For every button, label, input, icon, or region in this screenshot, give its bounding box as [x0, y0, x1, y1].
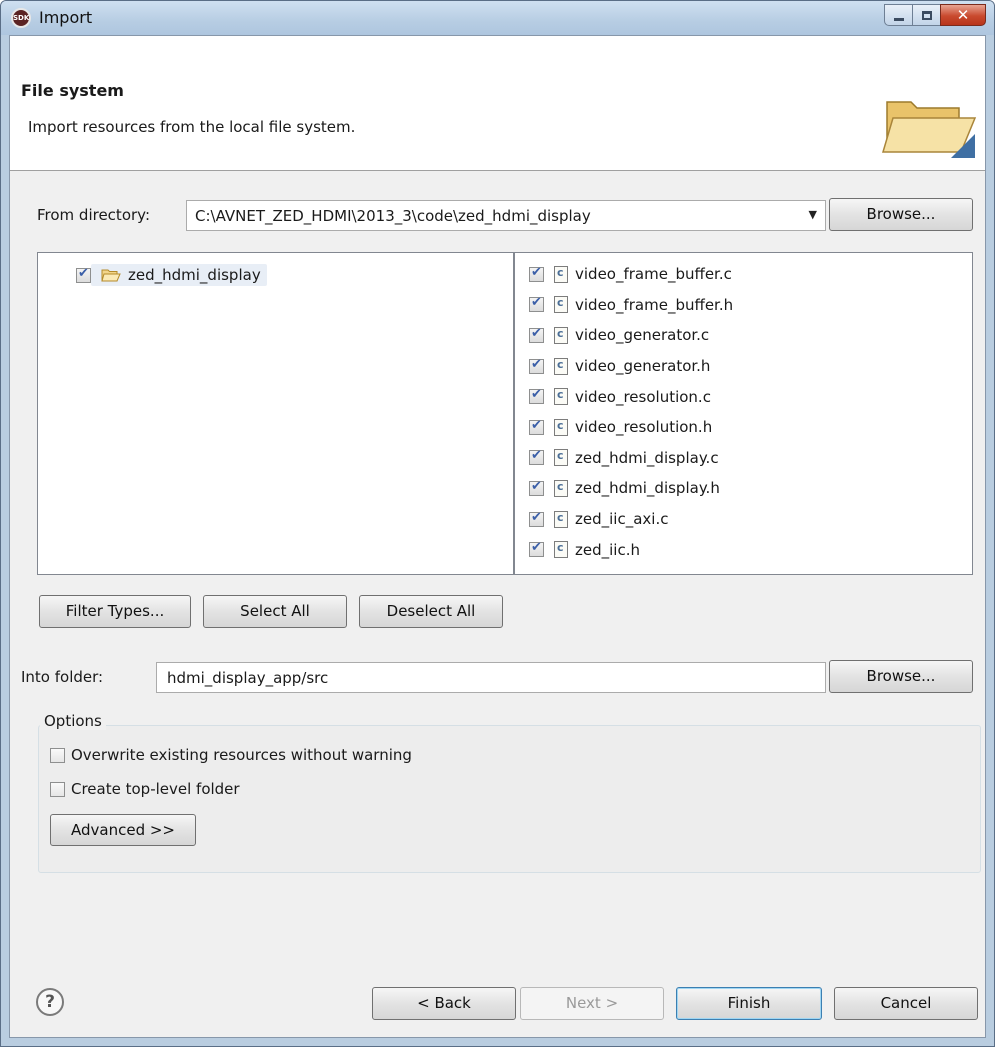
file-name: zed_hdmi_display.h	[575, 479, 720, 498]
create-top-level-label: Create top-level folder	[71, 780, 240, 798]
c-file-icon: c	[554, 357, 568, 375]
c-file-icon: c	[554, 418, 568, 436]
file-list: c video_frame_buffer.c c video_frame_buffe…	[529, 259, 733, 565]
file-name: video_frame_buffer.c	[575, 265, 732, 284]
title-bar[interactable]: SDK Import ✕	[1, 1, 994, 35]
page-description: Import resources from the local file sys…	[28, 118, 356, 136]
folder-tree-pane[interactable]: zed_hdmi_display	[37, 252, 514, 575]
next-button[interactable]: Next >	[520, 987, 664, 1020]
minimize-button[interactable]	[884, 4, 913, 26]
file-checkbox[interactable]	[529, 326, 544, 343]
file-row-zed-hdmi-display-c[interactable]: c zed_hdmi_display.c	[529, 443, 733, 474]
into-folder-field[interactable]: hdmi_display_app/src	[156, 662, 826, 693]
file-checkbox[interactable]	[529, 540, 544, 558]
file-name: zed_iic_axi.c	[575, 510, 669, 529]
file-list-pane[interactable]: c video_frame_buffer.c c video_frame_buffe…	[514, 252, 973, 575]
overwrite-label: Overwrite existing resources without war…	[71, 746, 412, 764]
tree-item-label: zed_hdmi_display	[128, 266, 261, 284]
file-checkbox[interactable]	[529, 510, 544, 527]
close-button[interactable]: ✕	[940, 4, 986, 26]
c-file-icon: c	[554, 510, 568, 528]
file-row-zed-iic-axi-c[interactable]: c zed_iic_axi.c	[529, 504, 733, 535]
c-file-icon: c	[554, 541, 568, 559]
tree-item-selection[interactable]: zed_hdmi_display	[91, 264, 267, 286]
overwrite-option[interactable]: Overwrite existing resources without war…	[50, 746, 412, 764]
file-row-video-frame-buffer-c[interactable]: c video_frame_buffer.c	[529, 259, 733, 290]
import-dialog: SDK Import ✕ File system Import resource…	[0, 0, 995, 1047]
file-checkbox[interactable]	[529, 448, 544, 466]
c-file-icon: c	[554, 449, 568, 467]
help-icon[interactable]: ?	[36, 988, 64, 1016]
file-name: video_generator.c	[575, 326, 710, 345]
create-top-level-option[interactable]: Create top-level folder	[50, 780, 240, 798]
from-directory-value: C:\AVNET_ZED_HDMI\2013_3\code\zed_hdmi_d…	[195, 207, 591, 225]
chevron-down-icon[interactable]: ▼	[809, 208, 817, 221]
file-checkbox[interactable]	[529, 357, 544, 374]
select-all-button[interactable]: Select All	[203, 595, 347, 628]
file-checkbox[interactable]	[529, 479, 544, 496]
c-file-icon: c	[554, 296, 568, 314]
file-checkbox[interactable]	[529, 265, 544, 282]
maximize-icon	[922, 11, 932, 20]
back-button[interactable]: < Back	[372, 987, 516, 1020]
file-name: video_frame_buffer.h	[575, 295, 734, 314]
file-checkbox[interactable]	[529, 295, 544, 313]
file-row-video-resolution-h[interactable]: c video_resolution.h	[529, 412, 733, 443]
file-row-zed-iic-h[interactable]: c zed_iic.h	[529, 534, 733, 565]
from-directory-label: From directory:	[37, 206, 150, 224]
c-file-icon: c	[554, 388, 568, 406]
window-controls: ✕	[884, 4, 986, 26]
file-checkbox[interactable]	[529, 387, 544, 405]
sdk-app-icon: SDK	[11, 8, 31, 28]
cancel-button[interactable]: Cancel	[834, 987, 978, 1020]
folder-banner-icon	[881, 101, 977, 158]
tree-item-zed-hdmi-display[interactable]: zed_hdmi_display	[76, 261, 267, 289]
c-file-icon: c	[554, 479, 568, 497]
file-checkbox[interactable]	[529, 418, 544, 435]
c-file-icon: c	[554, 265, 568, 283]
options-title: Options	[40, 712, 106, 730]
create-top-level-checkbox[interactable]	[50, 781, 65, 797]
file-row-video-generator-h[interactable]: c video_generator.h	[529, 351, 733, 382]
finish-button[interactable]: Finish	[676, 987, 822, 1020]
into-folder-browse-button[interactable]: Browse...	[829, 660, 973, 693]
advanced-button[interactable]: Advanced >>	[50, 814, 196, 846]
file-row-video-resolution-c[interactable]: c video_resolution.c	[529, 381, 733, 412]
file-name: zed_hdmi_display.c	[575, 448, 719, 467]
file-row-zed-hdmi-display-h[interactable]: c zed_hdmi_display.h	[529, 473, 733, 504]
from-directory-browse-button[interactable]: Browse...	[829, 198, 973, 231]
minimize-icon	[894, 18, 904, 21]
from-directory-combo[interactable]: C:\AVNET_ZED_HDMI\2013_3\code\zed_hdmi_d…	[186, 200, 826, 231]
into-folder-label: Into folder:	[21, 668, 104, 686]
wizard-banner: File system Import resources from the lo…	[10, 36, 985, 171]
file-row-video-generator-c[interactable]: c video_generator.c	[529, 320, 733, 351]
tree-item-checkbox[interactable]	[76, 266, 91, 283]
file-name: zed_iic.h	[575, 540, 640, 559]
file-name: video_generator.h	[575, 357, 711, 376]
c-file-icon: c	[554, 326, 568, 344]
maximize-button[interactable]	[912, 4, 941, 26]
deselect-all-button[interactable]: Deselect All	[359, 595, 503, 628]
filter-types-button[interactable]: Filter Types...	[39, 595, 191, 628]
window-title: Import	[39, 8, 93, 27]
page-title: File system	[21, 81, 124, 100]
file-name: video_resolution.h	[575, 418, 713, 437]
close-icon: ✕	[956, 6, 970, 24]
file-name: video_resolution.c	[575, 387, 711, 406]
into-folder-value: hdmi_display_app/src	[167, 669, 329, 687]
file-row-video-frame-buffer-h[interactable]: c video_frame_buffer.h	[529, 290, 733, 321]
overwrite-checkbox[interactable]	[50, 747, 65, 763]
dialog-client-area: File system Import resources from the lo…	[9, 35, 986, 1038]
open-folder-icon	[101, 269, 121, 282]
